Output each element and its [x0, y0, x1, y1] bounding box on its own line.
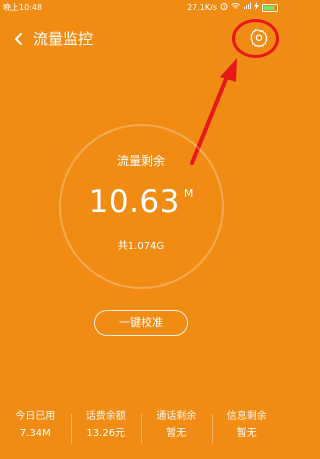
stat-value: 暂无	[236, 428, 257, 439]
remaining-value: 10.63	[88, 184, 180, 220]
stats-bar: 今日已用 7.34M 话费余额 13.26元 通话剩余 暂无 信息剩余 暂无	[0, 410, 282, 450]
stat-value: 13.26元	[86, 428, 126, 439]
stat-call-remaining[interactable]: 通话剩余 暂无	[141, 410, 212, 450]
stat-value: 暂无	[166, 428, 187, 439]
stat-value: 7.34M	[19, 428, 51, 439]
stat-today-used[interactable]: 今日已用 7.34M	[0, 410, 71, 450]
remaining-value-block: 10.63 M	[0, 184, 282, 220]
stat-label: 话费余额	[85, 411, 126, 422]
calibrate-button[interactable]: 一键校准	[94, 310, 188, 336]
stat-balance[interactable]: 话费余额 13.26元	[70, 410, 142, 450]
stat-label: 信息剩余	[226, 411, 267, 422]
stat-sms-remaining[interactable]: 信息剩余 暂无	[211, 410, 283, 450]
total-allowance: 共1.074G	[117, 241, 165, 252]
remaining-unit: M	[183, 187, 194, 200]
stat-label: 今日已用	[15, 411, 56, 422]
stat-label: 通话剩余	[156, 411, 197, 422]
remaining-label: 流量剩余	[116, 154, 165, 168]
